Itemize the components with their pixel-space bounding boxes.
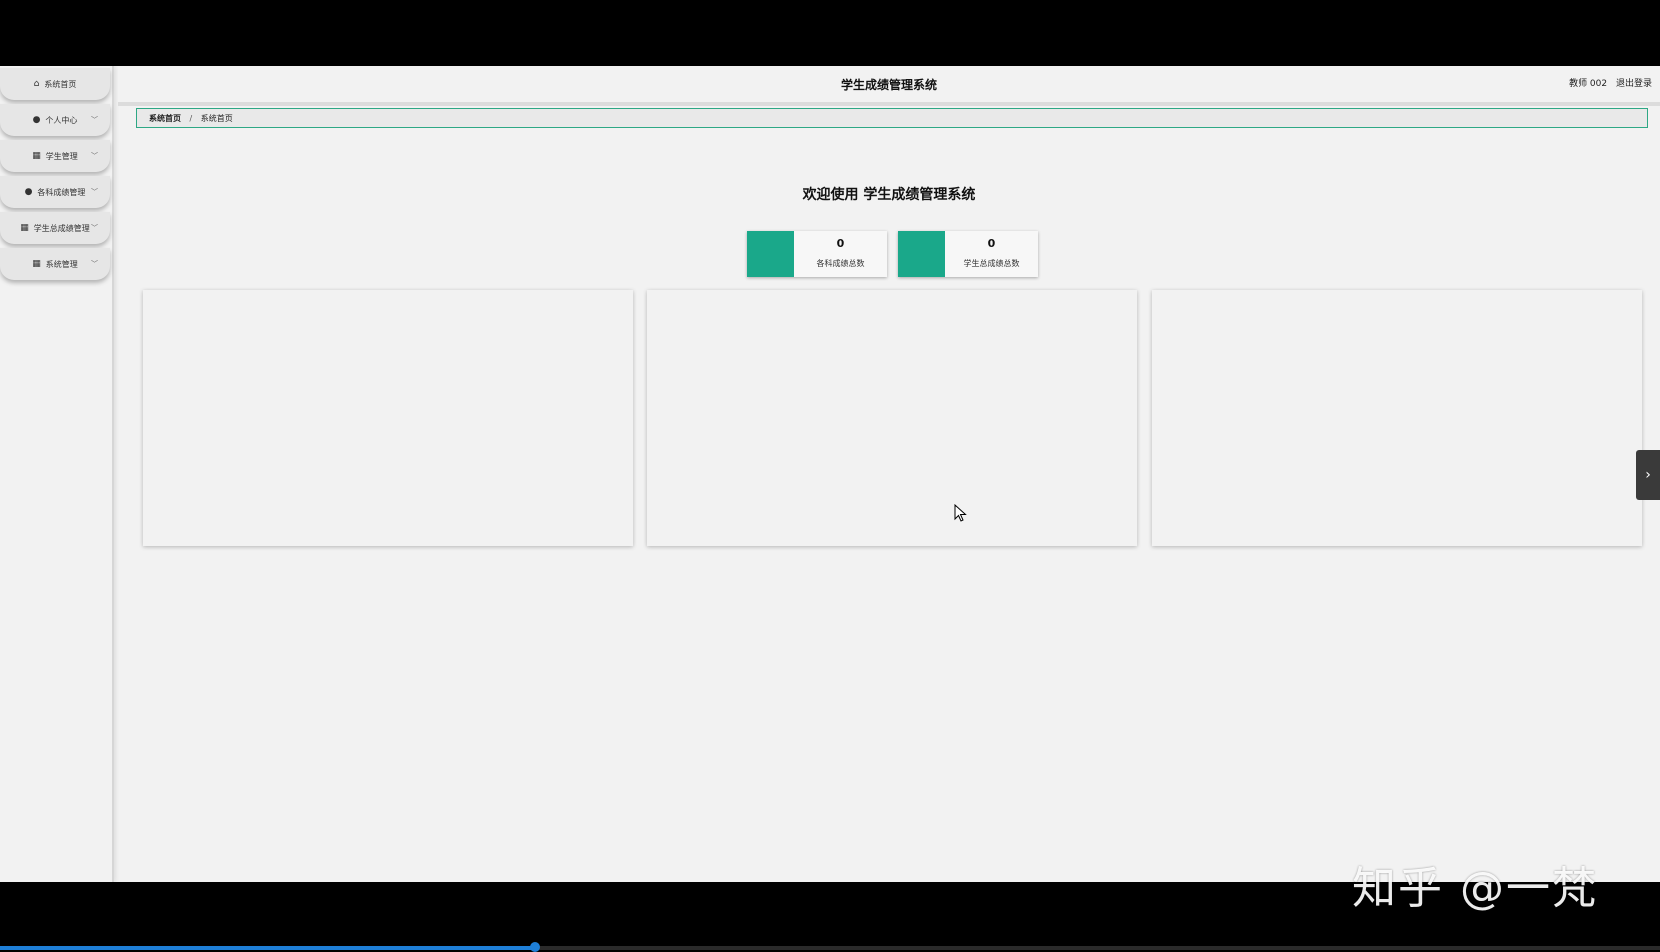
sidebar-item-label: 系统首页 bbox=[44, 79, 77, 89]
logout-button[interactable]: 退出登录 bbox=[1616, 79, 1652, 89]
breadcrumb-current: 系统首页 bbox=[200, 114, 233, 123]
sidebar-item-label: 学生总成绩管理 bbox=[33, 223, 90, 233]
sidebar-item-system-management[interactable]: ▦ 系统管理 ﹀ bbox=[0, 248, 110, 280]
sidebar-item-label: 各科成绩管理 bbox=[37, 187, 86, 197]
sidebar: ⌂ 系统首页 ● 个人中心 ﹀ ▦ 学生管理 ﹀ ● 各科成绩管理 ﹀ ▦ 学生… bbox=[0, 66, 114, 882]
breadcrumb-root[interactable]: 系统首页 bbox=[149, 114, 181, 123]
chart-panel-1 bbox=[143, 290, 633, 546]
sidebar-item-personal-center[interactable]: ● 个人中心 ﹀ bbox=[0, 104, 110, 136]
user-icon: ● bbox=[24, 187, 33, 197]
sidebar-item-total-score-management[interactable]: ▦ 学生总成绩管理 ﹀ bbox=[0, 212, 110, 244]
user-icon: ● bbox=[32, 115, 41, 125]
video-progress-bar[interactable] bbox=[0, 942, 1660, 952]
user-area: 教师 002 退出登录 bbox=[1563, 76, 1652, 89]
chevron-down-icon: ﹀ bbox=[91, 260, 98, 268]
side-panel-toggle[interactable]: › bbox=[1636, 450, 1660, 500]
chevron-down-icon: ﹀ bbox=[91, 188, 98, 196]
chart-panel-3 bbox=[1152, 290, 1642, 546]
sidebar-item-student-management[interactable]: ▦ 学生管理 ﹀ bbox=[0, 140, 110, 172]
watermark: 知乎 @一梵 bbox=[1352, 863, 1598, 914]
user-name: 教师 002 bbox=[1569, 79, 1608, 89]
grid-icon: ▦ bbox=[32, 259, 41, 269]
home-icon: ⌂ bbox=[33, 79, 40, 89]
stat-label: 学生总成绩总数 bbox=[963, 259, 1020, 268]
stat-value: 0 bbox=[836, 237, 845, 250]
grid-icon: ▦ bbox=[32, 151, 41, 161]
sidebar-item-subject-score-management[interactable]: ● 各科成绩管理 ﹀ bbox=[0, 176, 110, 208]
chevron-down-icon: ﹀ bbox=[91, 116, 98, 124]
chevron-down-icon: ﹀ bbox=[91, 224, 98, 232]
stat-card-subject-scores: 0 各科成绩总数 bbox=[747, 231, 887, 277]
video-progress-knob[interactable] bbox=[529, 942, 540, 952]
stat-label: 各科成绩总数 bbox=[816, 259, 865, 268]
chevron-right-icon: › bbox=[1645, 467, 1651, 483]
breadcrumb: 系统首页 / 系统首页 bbox=[136, 108, 1648, 128]
app-window: ⌂ 系统首页 ● 个人中心 ﹀ ▦ 学生管理 ﹀ ● 各科成绩管理 ﹀ ▦ 学生… bbox=[0, 66, 1660, 882]
breadcrumb-separator: / bbox=[189, 114, 193, 123]
mouse-cursor-icon bbox=[954, 503, 968, 526]
chart-panel-2 bbox=[647, 290, 1137, 546]
sidebar-item-label: 学生管理 bbox=[45, 151, 78, 161]
welcome-heading: 欢迎使用 学生成绩管理系统 bbox=[802, 187, 976, 203]
app-title: 学生成绩管理系统 bbox=[840, 78, 937, 92]
stat-value: 0 bbox=[987, 237, 996, 250]
chevron-down-icon: ﹀ bbox=[91, 152, 98, 160]
stat-color-block bbox=[747, 231, 794, 277]
stat-color-block bbox=[898, 231, 945, 277]
stat-card-total-scores: 0 学生总成绩总数 bbox=[898, 231, 1038, 277]
grid-icon: ▦ bbox=[20, 223, 29, 233]
sidebar-item-label: 个人中心 bbox=[45, 115, 78, 125]
top-header: 学生成绩管理系统 教师 002 退出登录 bbox=[118, 66, 1660, 106]
video-progress-fill bbox=[0, 946, 535, 950]
sidebar-item-home[interactable]: ⌂ 系统首页 bbox=[0, 68, 110, 100]
sidebar-item-label: 系统管理 bbox=[45, 259, 78, 269]
